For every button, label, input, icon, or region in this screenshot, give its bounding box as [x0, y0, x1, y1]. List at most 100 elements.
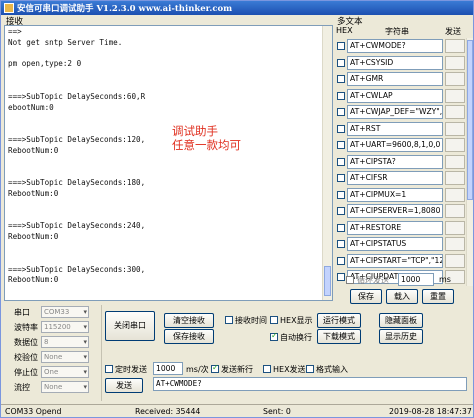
multi-text-row: AT+CIPSTATUS: [335, 237, 473, 252]
multi-text-input[interactable]: AT+CSYSID: [347, 55, 443, 70]
hex-checkbox[interactable]: [337, 124, 345, 133]
hex-checkbox[interactable]: [337, 108, 345, 116]
multi-text-input[interactable]: AT+CWJAP_DEF="WZY",": [347, 105, 443, 119]
flow-select[interactable]: None: [41, 381, 89, 393]
multi-text-row: AT+CIPMUX=1: [335, 187, 473, 203]
receive-line: RebootNum:0: [8, 145, 59, 155]
multi-text-input[interactable]: AT+CIPMUX=1: [347, 187, 443, 202]
hex-checkbox[interactable]: [337, 273, 345, 281]
hex-checkbox[interactable]: [337, 42, 345, 50]
overlay-note: 调试助手 任意一款均可: [172, 124, 241, 152]
receive-line: ebootNum:0: [8, 102, 54, 112]
multi-send-button[interactable]: [445, 220, 465, 235]
multi-text-input[interactable]: AT+CIFSR: [347, 171, 443, 185]
multi-send-button[interactable]: [445, 253, 465, 268]
receive-line: RebootNum:0: [8, 275, 59, 285]
format-input-checkbox[interactable]: [306, 365, 314, 373]
run-mode-button[interactable]: 运行模式: [317, 313, 361, 328]
multi-text-input[interactable]: AT+CIPSERVER=1,8080: [347, 204, 443, 218]
databits-select[interactable]: 8: [41, 336, 89, 348]
multi-text-input[interactable]: AT+CWMODE?: [347, 39, 443, 53]
hex-checkbox[interactable]: [337, 157, 345, 166]
send-newline-checkbox[interactable]: [211, 363, 219, 373]
multi-send-button[interactable]: [445, 204, 465, 218]
save-button[interactable]: 保存: [350, 289, 382, 304]
loop-unit-label: ms: [439, 275, 451, 284]
stopbits-row: 停止位 One: [4, 366, 100, 379]
multi-send-button[interactable]: [445, 154, 465, 169]
multi-text-scrollbar[interactable]: [466, 38, 473, 286]
receive-line: [8, 81, 329, 92]
loop-send-label: 循环发送: [357, 276, 389, 285]
receive-line: Not get sntp Server Time.: [8, 37, 123, 47]
multi-text-input[interactable]: AT+CIPSTA?: [347, 154, 443, 169]
loop-interval-input[interactable]: 1000: [398, 273, 434, 286]
send-input[interactable]: AT+CWMODE?: [153, 377, 467, 391]
timed-send-checkbox[interactable]: [105, 365, 113, 373]
hex-checkbox[interactable]: [337, 190, 345, 199]
loop-send-checkbox[interactable]: [346, 276, 354, 284]
download-mode-button[interactable]: 下载模式: [317, 329, 361, 344]
multi-send-button[interactable]: [445, 72, 465, 86]
hex-checkbox[interactable]: [337, 91, 345, 100]
multi-text-input[interactable]: AT+CWLAP: [347, 88, 443, 103]
multi-send-button[interactable]: [445, 138, 465, 152]
multi-text-input[interactable]: AT+RST: [347, 121, 443, 136]
hex-display-option[interactable]: HEX显示: [270, 315, 313, 326]
save-receive-button[interactable]: 保存接收: [164, 329, 214, 344]
multi-send-button[interactable]: [445, 105, 465, 119]
receive-scrollbar[interactable]: [322, 26, 332, 300]
multi-send-button[interactable]: [445, 171, 465, 185]
scrollbar-thumb[interactable]: [467, 40, 473, 200]
port-select[interactable]: COM33: [41, 306, 89, 318]
close-port-button[interactable]: 关闭串口: [105, 311, 155, 341]
parity-select[interactable]: None: [41, 351, 89, 363]
receive-time-option[interactable]: 接收时间: [225, 315, 267, 326]
receive-line: [8, 49, 329, 60]
clear-receive-button[interactable]: 清空接收: [164, 313, 214, 328]
send-newline-option[interactable]: 发送新行: [211, 363, 253, 375]
multi-text-input[interactable]: AT+CIPSTATUS: [347, 237, 443, 251]
multi-text-input[interactable]: AT+CIPSTART="TCP","122: [347, 253, 443, 268]
load-button[interactable]: 载入: [386, 289, 418, 304]
hex-checkbox[interactable]: [337, 240, 345, 248]
auto-wrap-checkbox[interactable]: [270, 331, 278, 341]
hex-checkbox[interactable]: [337, 75, 345, 83]
multi-send-button[interactable]: [445, 121, 465, 136]
receive-textarea[interactable]: ==> Not get sntp Server Time. pm open,type…: [4, 25, 333, 301]
reset-button[interactable]: 重置: [422, 289, 454, 304]
hex-checkbox[interactable]: [337, 141, 345, 149]
window-title: 安信可串口调试助手 V1.2.3.0 www.ai-thinker.com: [17, 4, 233, 14]
databits-row: 数据位 8: [4, 336, 100, 349]
hex-checkbox[interactable]: [337, 174, 345, 182]
receive-time-checkbox[interactable]: [225, 316, 233, 324]
multi-text-input[interactable]: AT+RESTORE: [347, 220, 443, 235]
receive-line: ===>SubTopic DelaySeconds:120,: [8, 134, 146, 144]
scrollbar-thumb[interactable]: [324, 266, 331, 296]
hex-send-option[interactable]: HEX发送: [263, 364, 306, 375]
hex-checkbox[interactable]: [337, 223, 345, 232]
timer-interval-input[interactable]: 1000: [153, 362, 183, 375]
hex-checkbox[interactable]: [337, 256, 345, 265]
stopbits-select[interactable]: One: [41, 366, 89, 378]
baud-select[interactable]: 115200: [41, 321, 89, 333]
multi-text-row: AT+UART=9600,8,1,0,0: [335, 138, 473, 153]
multi-send-button[interactable]: [445, 39, 465, 53]
multi-text-row: AT+CIFSR: [335, 171, 473, 186]
hex-send-checkbox[interactable]: [263, 365, 271, 373]
hex-checkbox[interactable]: [337, 207, 345, 215]
timed-send-option[interactable]: 定时发送: [105, 364, 147, 375]
format-input-option[interactable]: 格式输入: [306, 364, 348, 375]
multi-text-input[interactable]: AT+UART=9600,8,1,0,0: [347, 138, 443, 152]
show-history-button[interactable]: 显示历史: [379, 329, 423, 344]
multi-send-button[interactable]: [445, 88, 465, 103]
hide-panel-button[interactable]: 隐藏面板: [379, 313, 423, 328]
multi-text-input[interactable]: AT+GMR: [347, 72, 443, 86]
multi-send-button[interactable]: [445, 55, 465, 70]
hex-checkbox[interactable]: [337, 58, 345, 67]
hex-display-checkbox[interactable]: [270, 316, 278, 324]
multi-send-button[interactable]: [445, 187, 465, 202]
multi-send-button[interactable]: [445, 237, 465, 251]
auto-wrap-option[interactable]: 自动换行: [270, 331, 312, 343]
send-button[interactable]: 发送: [105, 378, 143, 393]
